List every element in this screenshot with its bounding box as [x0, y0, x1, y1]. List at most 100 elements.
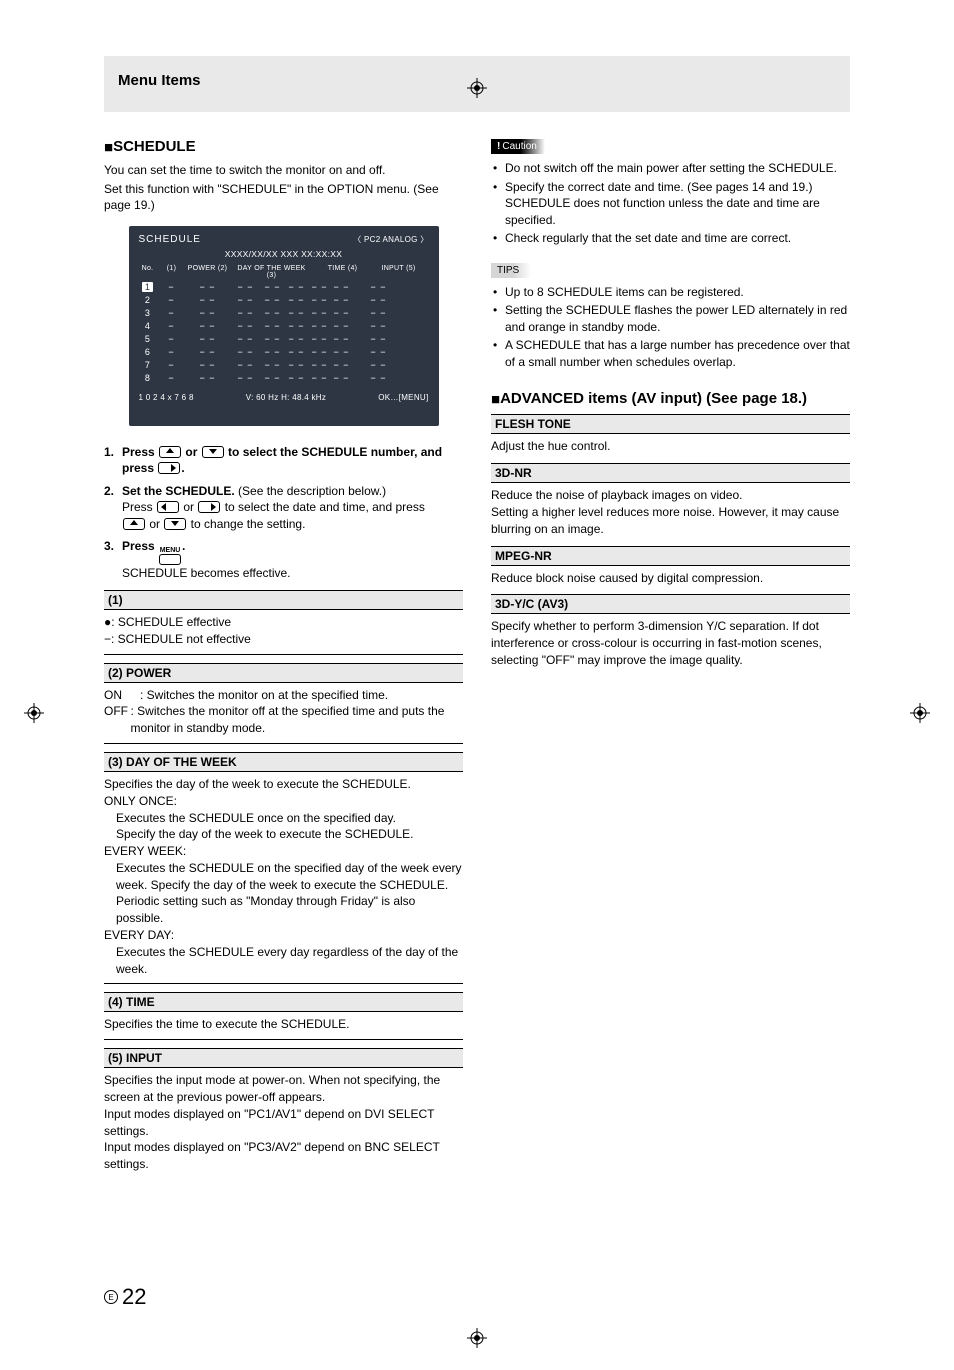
right-column: !Caution Do not switch off the main powe… [491, 138, 850, 1179]
registration-mark-icon [910, 703, 930, 723]
schedule-heading: ■SCHEDULE [104, 138, 463, 156]
caution-label-text: Caution [502, 141, 536, 152]
item-text: Specify the day of the week to execute t… [104, 826, 463, 843]
step-2: 2. Set the SCHEDULE. (See the descriptio… [104, 483, 463, 533]
item-text: Specifies the input mode at power-on. Wh… [104, 1072, 463, 1106]
item-text: Executes the SCHEDULE on the specified d… [104, 860, 463, 894]
mpeg-nr-body: Reduce block noise caused by digital com… [491, 566, 850, 589]
3d-yc-head: 3D-Y/C (AV3) [491, 594, 850, 614]
item-key: ON [104, 687, 140, 704]
item-text: EVERY DAY: [104, 927, 463, 944]
step-text: . [181, 461, 184, 475]
item-text: Specifies the time to execute the SCHEDU… [104, 1016, 463, 1033]
up-button-icon [159, 446, 181, 458]
item-text: Specifies the day of the week to execute… [104, 776, 463, 793]
page-number-e: E [104, 1290, 118, 1304]
list-item: Specify the correct date and time. (See … [491, 179, 850, 229]
step-3: 3. Press MENU. SCHEDULE becomes effectiv… [104, 538, 463, 582]
step-text: (See the description below.) [235, 484, 386, 498]
schedule-intro: You can set the time to switch the monit… [104, 162, 463, 179]
list-item: A SCHEDULE that has a large number has p… [491, 337, 850, 370]
item-text: Setting a higher level reduces more nois… [491, 504, 850, 538]
step-text: or [182, 445, 201, 459]
osd-row: 4−− −− −− −− −− −− −− − [139, 320, 429, 333]
step-text: or [146, 517, 163, 531]
right-button-icon [158, 462, 180, 474]
osd-row: 2−− −− −− −− −− −− −− − [139, 294, 429, 307]
item-text: Executes the SCHEDULE once on the specif… [104, 810, 463, 827]
item-text: Input modes displayed on "PC1/AV1" depen… [104, 1106, 463, 1140]
item-text: Periodic setting such as "Monday through… [104, 893, 463, 927]
up-button-icon [123, 518, 145, 530]
item-2-body: ON: Switches the monitor on at the speci… [104, 687, 463, 744]
item-4-head: (4) TIME [104, 992, 463, 1012]
step-text: SCHEDULE becomes effective. [122, 566, 291, 580]
schedule-osd: SCHEDULE 〈 PC2 ANALOG 〉 XXXX/XX/XX XXX X… [129, 226, 439, 426]
step-text: Press [122, 445, 158, 459]
item-text: Executes the SCHEDULE every day regardle… [104, 944, 463, 978]
content-columns: ■SCHEDULE You can set the time to switch… [50, 112, 904, 1179]
registration-mark-icon [24, 703, 44, 723]
item-text: : Switches the monitor on at the specifi… [140, 687, 388, 704]
osd-col-headers: No. (1) POWER (2) DAY OF THE WEEK (3) TI… [139, 265, 429, 279]
page: Menu Items ■SCHEDULE You can set the tim… [0, 56, 954, 1370]
osd-row: 7−− −− −− −− −− −− −− − [139, 359, 429, 372]
left-button-icon [157, 501, 179, 513]
osd-freq: V: 60 Hz H: 48.4 kHz [246, 393, 326, 402]
step-text: or [180, 500, 197, 514]
osd-head-no: No. [139, 265, 157, 279]
caution-label: !Caution [491, 139, 545, 154]
step-text: to change the setting. [187, 517, 305, 531]
osd-head-time: TIME (4) [315, 265, 371, 279]
item-1-body: ●: SCHEDULE effective −: SCHEDULE not ef… [104, 614, 463, 655]
osd-head-dow: DAY OF THE WEEK (3) [233, 265, 311, 279]
schedule-intro: Set this function with "SCHEDULE" in the… [104, 181, 463, 214]
menu-label: MENU [159, 547, 181, 554]
down-button-icon [202, 446, 224, 458]
step-text: . [182, 539, 185, 553]
list-item: Check regularly that the set date and ti… [491, 230, 850, 247]
osd-mode: 〈 PC2 ANALOG 〉 [353, 234, 428, 245]
osd-row: 5−− −− −− −− −− −− −− − [139, 333, 429, 346]
page-number-value: 22 [122, 1284, 146, 1310]
osd-date: XXXX/XX/XX XXX XX:XX:XX [139, 249, 429, 259]
flesh-tone-body: Adjust the hue control. [491, 434, 850, 457]
item-text: Input modes displayed on "PC3/AV2" depen… [104, 1139, 463, 1173]
item-3-body: Specifies the day of the week to execute… [104, 776, 463, 985]
osd-head-1: (1) [161, 265, 183, 279]
item-5-head: (5) INPUT [104, 1048, 463, 1068]
osd-resolution: 1 0 2 4 x 7 6 8 [139, 393, 194, 402]
list-item: Up to 8 SCHEDULE items can be registered… [491, 284, 850, 301]
osd-row: 1−− −− −− −− −− −− −− − [139, 281, 429, 294]
osd-footer: 1 0 2 4 x 7 6 8 V: 60 Hz H: 48.4 kHz OK…… [139, 393, 429, 402]
step-text: Set the SCHEDULE. [122, 484, 235, 498]
item-text: EVERY WEEK: [104, 843, 463, 860]
item-5-body: Specifies the input mode at power-on. Wh… [104, 1072, 463, 1179]
osd-head-input: INPUT (5) [375, 265, 423, 279]
osd-head-power: POWER (2) [187, 265, 229, 279]
step-text: Press [122, 539, 158, 553]
3d-nr-body: Reduce the noise of playback images on v… [491, 483, 850, 539]
list-item: Do not switch off the main power after s… [491, 160, 850, 177]
advanced-heading: ■ADVANCED items (AV input) (See page 18.… [491, 390, 850, 408]
osd-ok: OK…[MENU] [378, 393, 428, 402]
list-item: Setting the SCHEDULE flashes the power L… [491, 302, 850, 335]
item-1-head: (1) [104, 590, 463, 610]
flesh-tone-head: FLESH TONE [491, 414, 850, 434]
caution-list: Do not switch off the main power after s… [491, 160, 850, 247]
page-number: E 22 [104, 1284, 146, 1310]
item-3-head: (3) DAY OF THE WEEK [104, 752, 463, 772]
item-text: −: SCHEDULE not effective [104, 631, 463, 648]
osd-row: 8−− −− −− −− −− −− −− − [139, 372, 429, 385]
item-text: : Switches the monitor off at the specif… [130, 703, 463, 737]
item-text: ●: SCHEDULE effective [104, 614, 463, 631]
steps-list: 1. Press or to select the SCHEDULE numbe… [104, 444, 463, 582]
advanced-heading-text: ADVANCED items (AV input) (See page 18.) [500, 390, 807, 407]
registration-mark-icon [467, 78, 487, 98]
item-key: OFF [104, 703, 130, 737]
registration-mark-icon [467, 1328, 487, 1348]
step-text: to select the date and time, and press [221, 500, 424, 514]
item-text: Reduce the noise of playback images on v… [491, 487, 850, 504]
3d-nr-head: 3D-NR [491, 463, 850, 483]
down-button-icon [164, 518, 186, 530]
